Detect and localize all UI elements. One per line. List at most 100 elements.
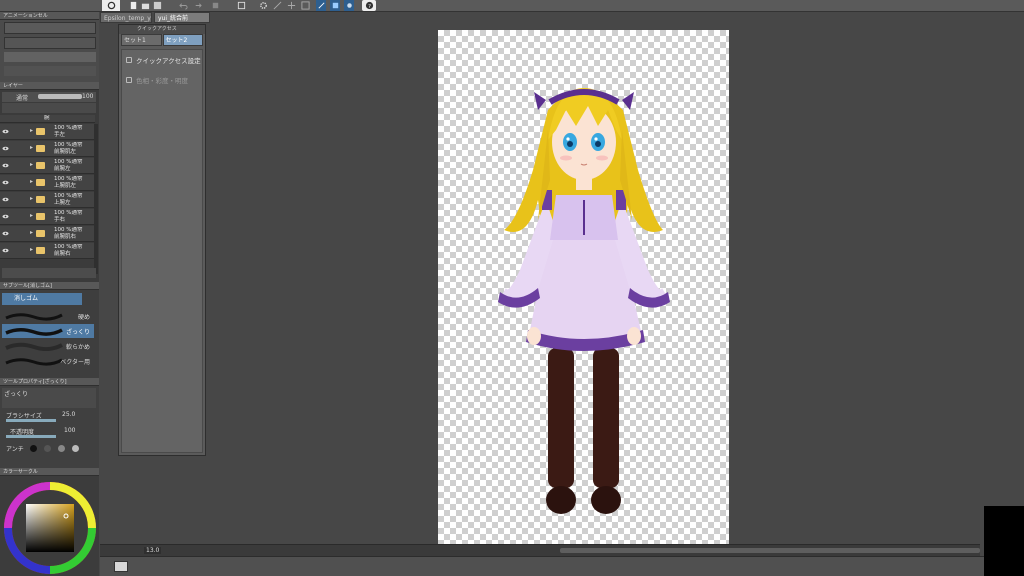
chevron-right-icon[interactable]: ▸ <box>30 127 33 134</box>
chevron-right-icon[interactable]: ▸ <box>30 161 33 168</box>
layer-row[interactable]: ▸ 100 %通常 前腕肌左 <box>0 141 95 157</box>
help-icon[interactable]: ? <box>362 0 376 11</box>
sub-tool-item[interactable]: 軟らかめ <box>2 339 94 353</box>
folder-icon <box>36 179 45 186</box>
layer-bottom-toolbar[interactable] <box>2 268 96 278</box>
zoom-value[interactable]: 13.0 <box>144 547 162 554</box>
layer-label: 100 %通常 手左 <box>54 125 83 138</box>
layer-row[interactable]: ▸ 100 %通常 前腕右 <box>0 243 95 259</box>
sub-tool-item[interactable]: ベクター用 <box>2 354 94 368</box>
visibility-eye-icon[interactable] <box>2 145 9 152</box>
visibility-eye-icon[interactable] <box>2 128 9 135</box>
antialias-option[interactable] <box>72 445 79 452</box>
layer-label: 100 %通常 上腕左 <box>54 193 83 206</box>
sub-tool-label: 硬め <box>77 314 90 321</box>
tab-set-2[interactable]: セット2 <box>162 34 203 46</box>
layer-row[interactable]: ▸ 100 %通常 上腕左 <box>0 192 95 208</box>
visibility-eye-icon[interactable] <box>2 230 9 237</box>
layer-row[interactable]: ▸ 100 %通常 前腕肌右 <box>0 226 95 242</box>
antialias-option[interactable] <box>30 445 37 452</box>
opacity-slider[interactable] <box>38 94 82 99</box>
layer-panel: レイヤー 通常 100 腕 ▸ 100 %通常 手左 ▸ 100 %通常 前腕肌左 <box>0 82 99 282</box>
save-icon[interactable] <box>152 0 162 11</box>
layer-tool-row[interactable] <box>2 103 96 113</box>
horizontal-scrollbar[interactable] <box>560 548 980 553</box>
layer-mode-bar: 通常 100 <box>2 92 96 102</box>
layer-row[interactable]: ▸ 100 %通常 手左 <box>0 124 95 140</box>
blend-mode-select[interactable]: 通常 <box>16 93 28 102</box>
left-panel-column: アニメーションセル レイヤー 通常 100 腕 ▸ 100 %通常 手左 ▸ 1… <box>0 12 99 576</box>
chevron-right-icon[interactable]: ▸ <box>30 229 33 236</box>
quick-access-settings-label: クイックアクセス設定 <box>136 57 201 65</box>
sub-tool-group-tab[interactable]: 消しゴム <box>2 293 82 305</box>
animation-controls[interactable] <box>4 52 96 62</box>
brush-size-row[interactable]: ブラシサイズ 25.0 <box>2 411 96 423</box>
visibility-eye-icon[interactable] <box>2 213 9 220</box>
taskbar-icon[interactable] <box>114 561 128 572</box>
chevron-right-icon[interactable]: ▸ <box>30 212 33 219</box>
snap-ruler-icon[interactable] <box>272 0 282 11</box>
brush-size-slider[interactable] <box>6 419 56 422</box>
antialias-option[interactable] <box>44 445 51 452</box>
layer-label: 100 %通常 前腕右 <box>54 244 83 257</box>
layer-name: 腕 <box>44 115 50 121</box>
folder-icon <box>36 145 45 152</box>
chevron-right-icon[interactable]: ▸ <box>30 178 33 185</box>
animation-timeline[interactable] <box>4 37 96 49</box>
tool-property-panel: ツールプロパティ[ざっくり] ざっくり ブラシサイズ 25.0 不透明度 100… <box>0 378 99 468</box>
doc-tab-2[interactable]: yui_統合前 <box>154 12 210 23</box>
open-file-icon[interactable] <box>140 0 150 11</box>
quick-access-settings-item[interactable]: クイックアクセス設定 <box>122 50 202 70</box>
snap-grid-icon[interactable] <box>300 0 310 11</box>
pen-pressure-icon[interactable] <box>316 0 326 11</box>
quick-access-tabs: セット1 セット2 <box>119 34 205 46</box>
hand-icon[interactable] <box>344 0 354 11</box>
settings-icon <box>126 57 132 63</box>
antialias-option[interactable] <box>58 445 65 452</box>
tab-set-1[interactable]: セット1 <box>121 34 162 46</box>
visibility-eye-icon[interactable] <box>2 247 9 254</box>
brush-stroke-preview <box>5 342 63 351</box>
visibility-eye-icon[interactable] <box>2 179 9 186</box>
chevron-right-icon[interactable]: ▸ <box>30 195 33 202</box>
layer-row-arm-folder[interactable]: 腕 <box>0 115 95 123</box>
chevron-right-icon[interactable]: ▸ <box>30 246 33 253</box>
folder-icon <box>36 162 45 169</box>
animation-buttons[interactable] <box>4 66 96 76</box>
snap-guide-icon[interactable] <box>286 0 296 11</box>
app-logo-icon[interactable] <box>102 0 120 11</box>
new-file-icon[interactable] <box>128 0 138 11</box>
undo-icon[interactable] <box>178 0 188 11</box>
visibility-eye-icon[interactable] <box>2 162 9 169</box>
antialias-row[interactable]: アンチ <box>2 443 96 455</box>
drawing-canvas[interactable] <box>438 30 729 544</box>
color-wheel[interactable] <box>2 480 98 576</box>
settings-icon[interactable] <box>258 0 268 11</box>
clear-icon[interactable] <box>210 0 220 11</box>
tool-name: ざっくり <box>4 391 29 398</box>
transform-icon[interactable] <box>236 0 246 11</box>
folder-icon <box>36 213 45 220</box>
color-panel-title: カラーサークル <box>0 468 99 476</box>
opacity-row[interactable]: 不透明度 100 <box>2 427 96 439</box>
hue-saturation-item[interactable]: 色相・彩度・明度 <box>122 70 202 90</box>
quick-access-title: クイックアクセス <box>119 25 205 34</box>
sub-tool-item-selected[interactable]: ざっくり <box>2 324 94 338</box>
character-illustration <box>498 88 670 514</box>
opacity-slider[interactable] <box>6 435 56 438</box>
opacity-value: 100 <box>64 427 76 434</box>
visibility-eye-icon[interactable] <box>2 196 9 203</box>
layer-row[interactable]: ▸ 100 %通常 手右 <box>0 209 95 225</box>
color-mode-icon[interactable] <box>330 0 340 11</box>
doc-tab-1[interactable]: Epsilon_temp_ya <box>100 12 152 23</box>
chevron-right-icon[interactable]: ▸ <box>30 144 33 151</box>
layer-scrollbar[interactable] <box>94 124 98 274</box>
redo-icon[interactable] <box>192 0 202 11</box>
tool-preview: ざっくり <box>2 388 96 408</box>
animation-field[interactable] <box>4 22 96 34</box>
sub-tool-item[interactable]: 硬め <box>2 309 94 323</box>
folder-icon <box>36 247 45 254</box>
layer-row[interactable]: ▸ 100 %通常 上腕肌左 <box>0 175 95 191</box>
layer-row[interactable]: ▸ 100 %通常 前腕左 <box>0 158 95 174</box>
layer-label: 100 %通常 前腕肌左 <box>54 142 83 155</box>
